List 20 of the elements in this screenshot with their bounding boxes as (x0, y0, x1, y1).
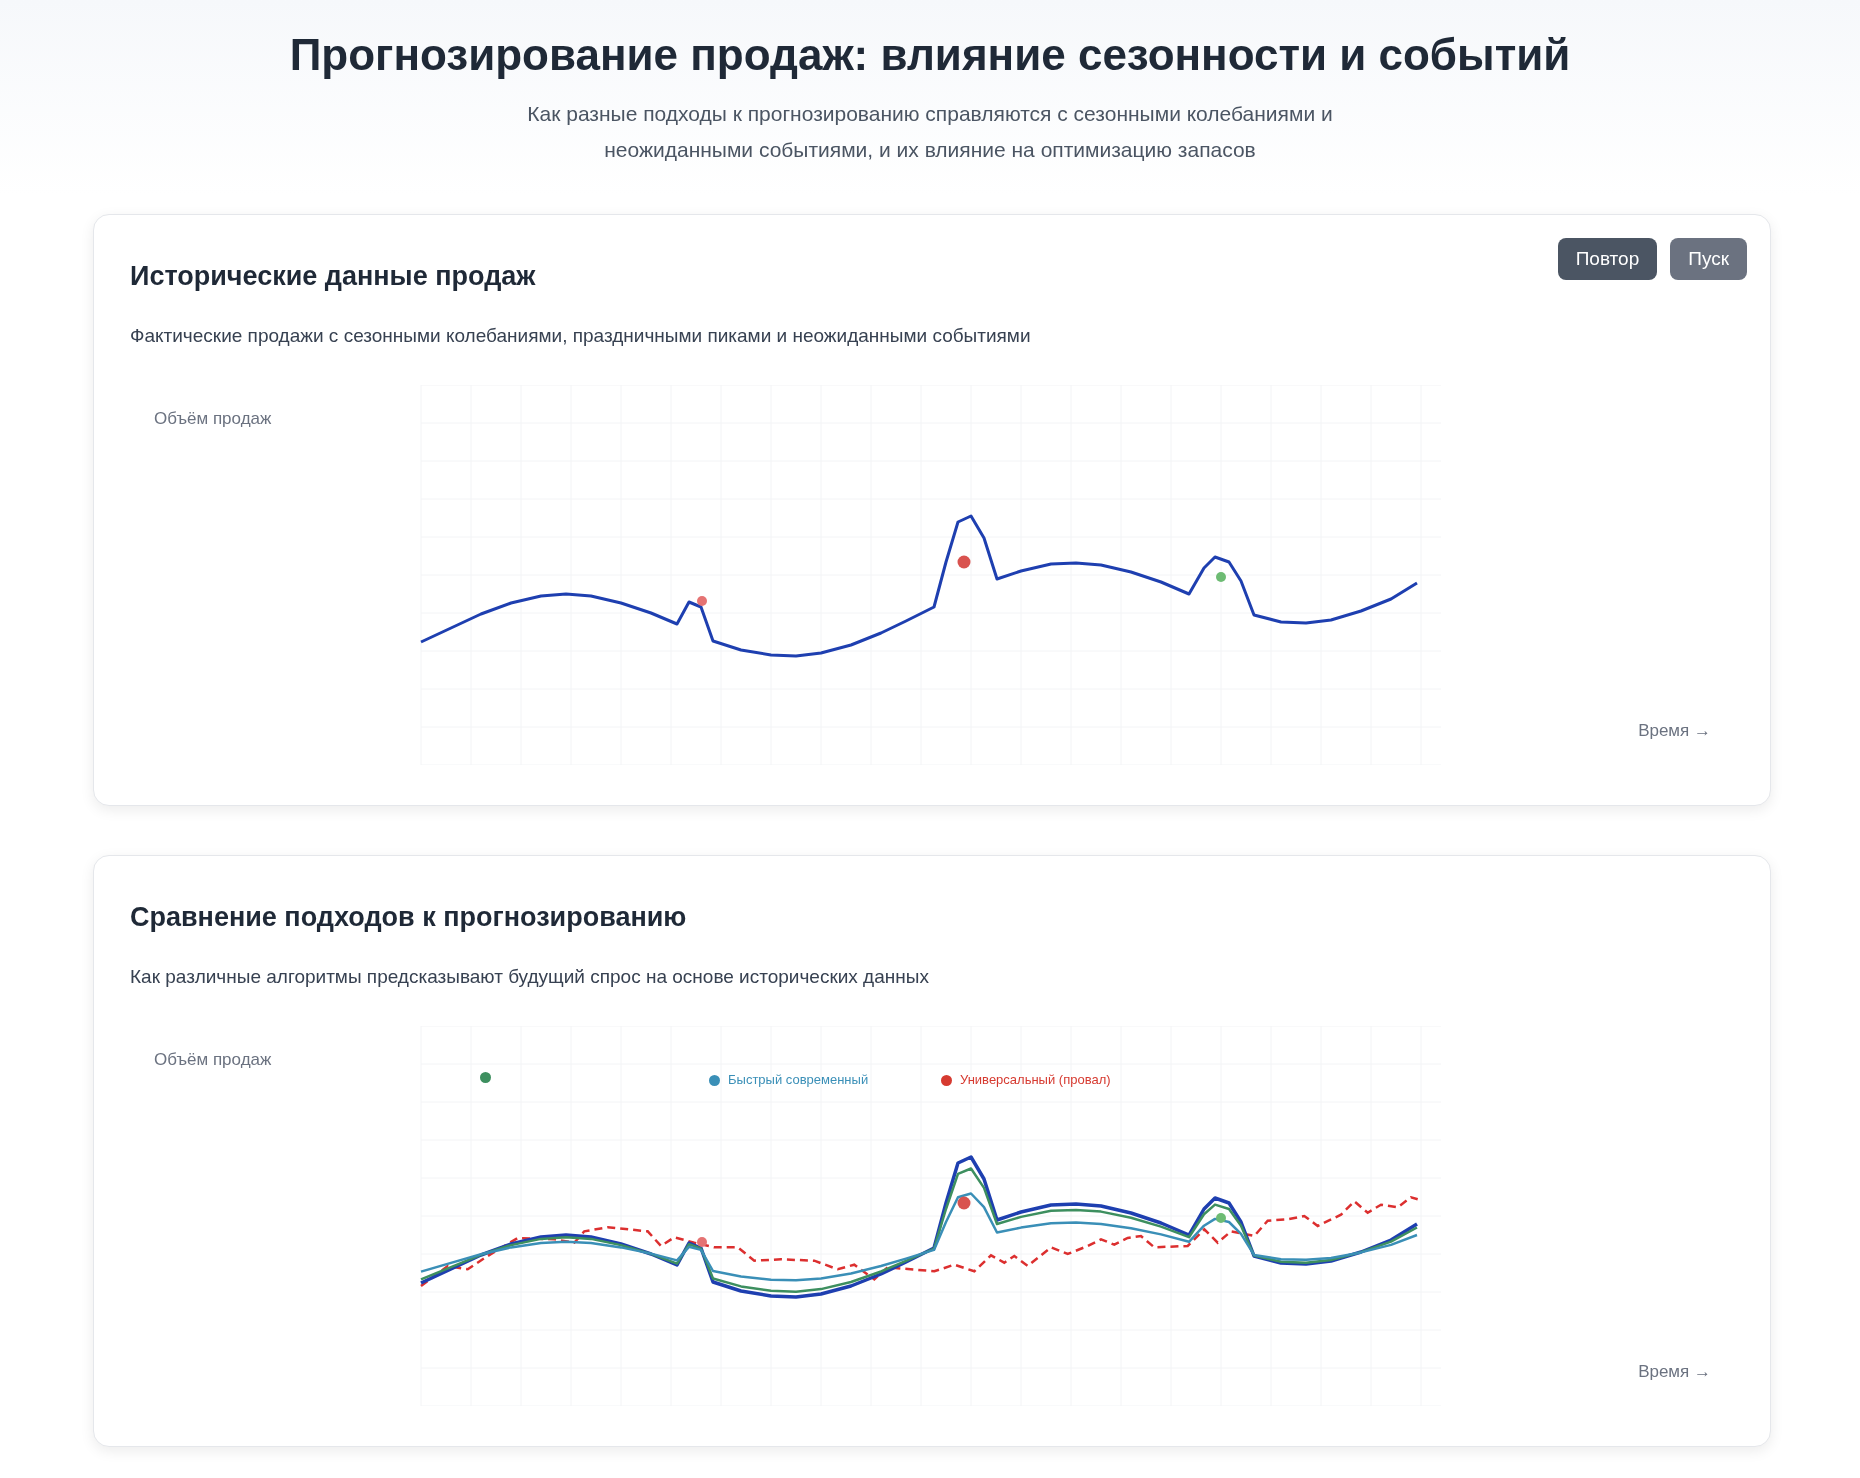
y-axis-label: Объём продаж (154, 1050, 272, 1070)
event-dot (1216, 1213, 1226, 1223)
event-dot (697, 1237, 707, 1247)
event-dot (957, 555, 971, 569)
event-dot (957, 1196, 971, 1210)
x-axis-label: Время → (1638, 1362, 1711, 1382)
start-button[interactable]: Пуск (1670, 238, 1747, 280)
card-description: Фактические продажи с сезонными колебаниями, праздничными пиками и неожиданными событиями (130, 325, 1032, 347)
legend-label: Универсальный (провал) (960, 1072, 1111, 1088)
page-title: Прогнозирование продаж: влияние сезонности и событий (289, 30, 1571, 80)
page-subtitle: Как разные подходы к прогнозированию справляются с сезонными колебаниями и неожиданными событиями, и их влияние на оптимизацию запасов (526, 101, 1334, 163)
event-dot (697, 596, 707, 606)
card-title: Сравнение подходов к прогнозированию (130, 901, 687, 934)
card-description: Как различные алгоритмы предсказывают будущий спрос на основе исторических данных (130, 966, 930, 988)
legend-label: Быстрый современный (728, 1072, 869, 1088)
replay-button[interactable]: Повтор (1557, 238, 1658, 280)
y-axis-label: Объём продаж (154, 409, 272, 429)
x-axis-label: Время → (1638, 721, 1711, 741)
event-dot (1216, 572, 1226, 582)
card-title: Исторические данные продаж (130, 260, 536, 293)
